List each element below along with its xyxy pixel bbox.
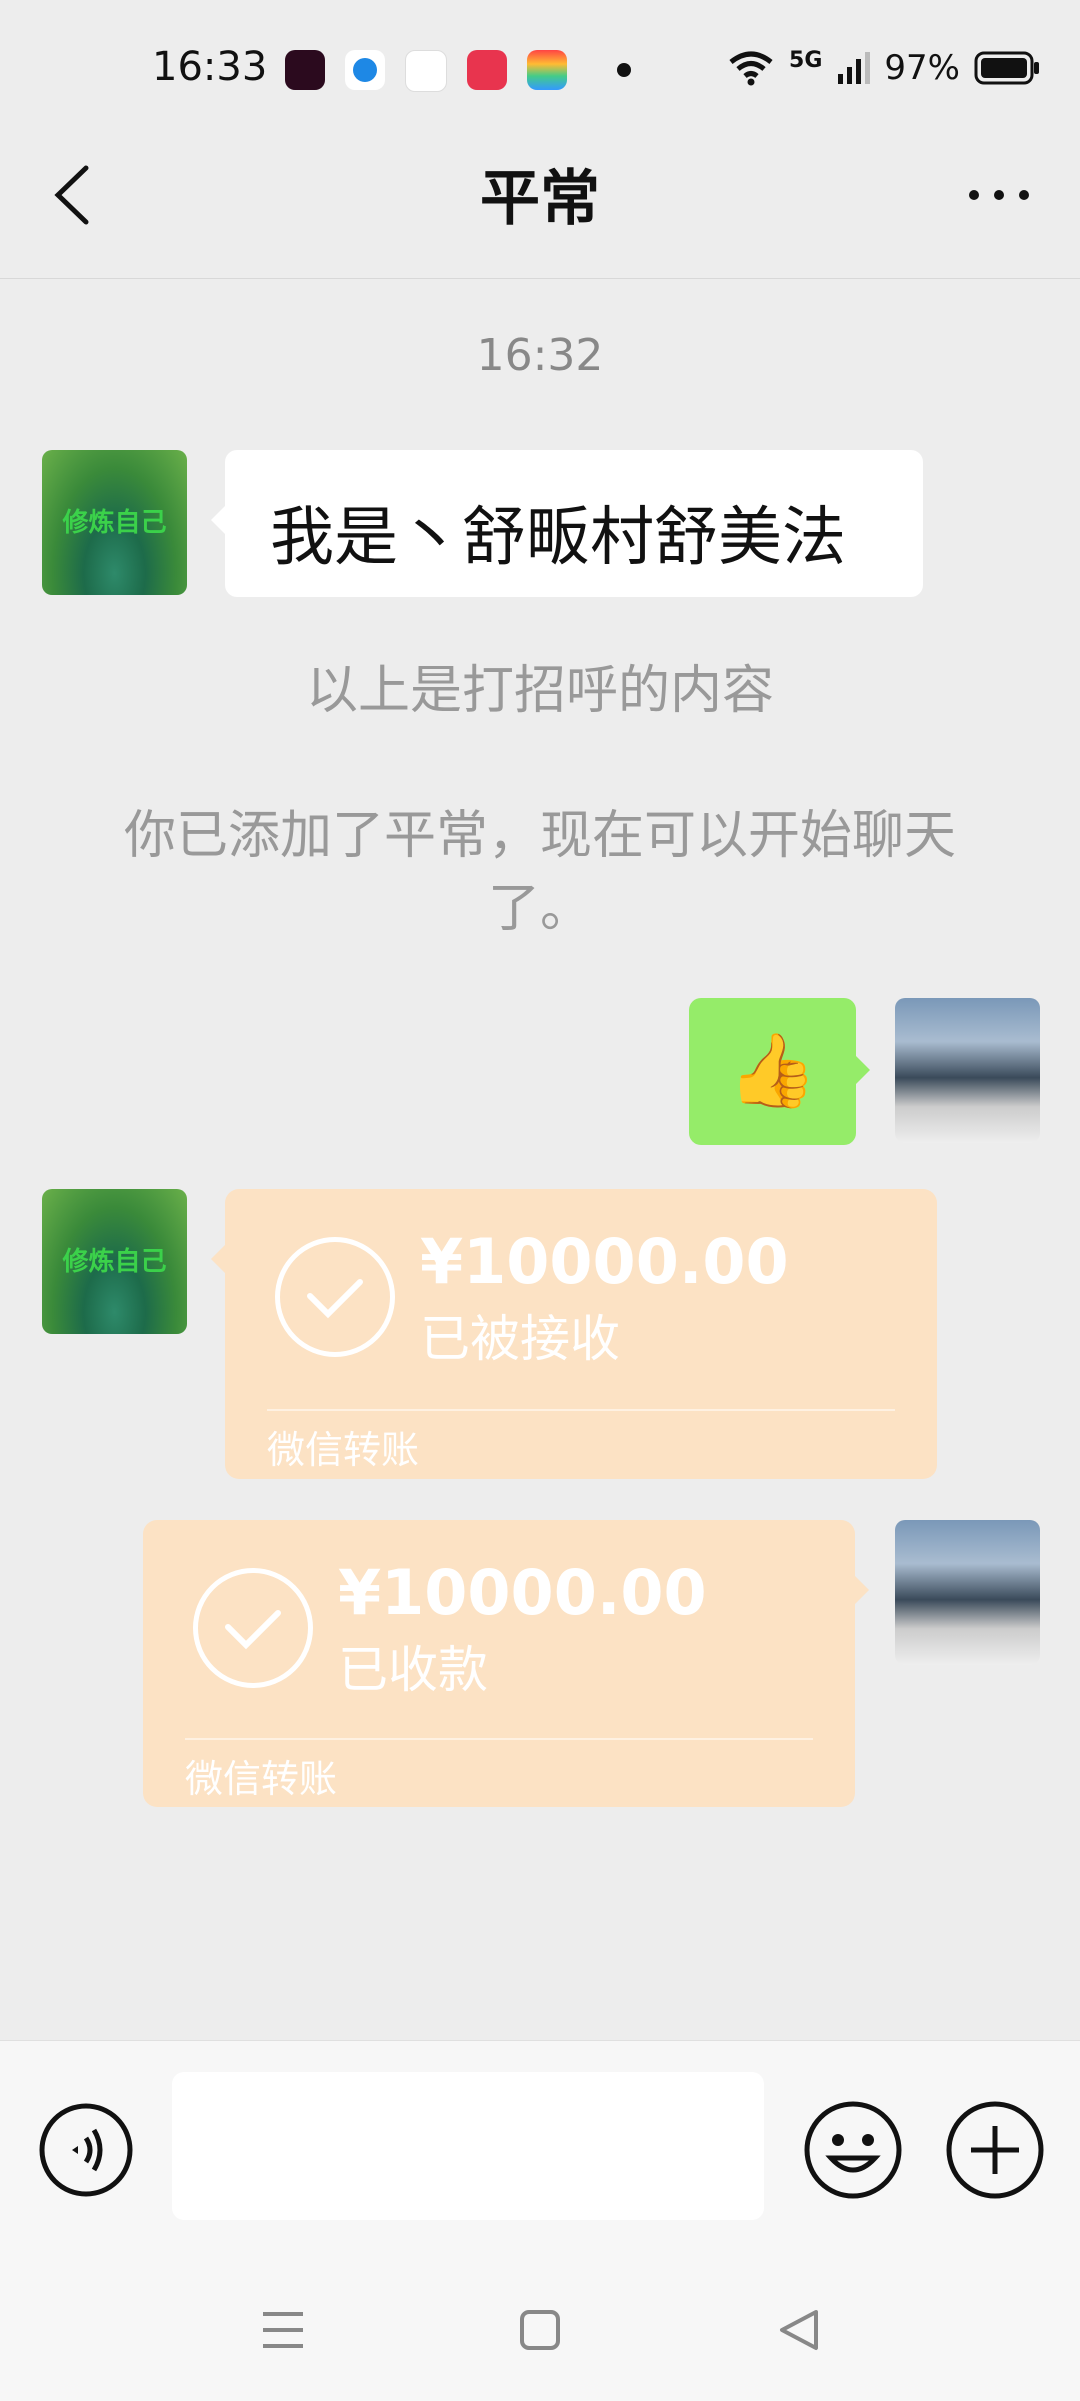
transfer-received-card[interactable]: ¥10000.00 已被接收 微信转账 — [211, 1189, 937, 1479]
xiangxin-app-icon — [405, 50, 447, 92]
wallet-app-icon — [527, 50, 567, 90]
transfer-status: 已被接收 — [420, 1310, 620, 1368]
greeting-text: 我是丶舒畈村舒美法 — [270, 501, 846, 575]
plus-circle-icon — [946, 2101, 1044, 2199]
message-timestamp: 16:32 — [476, 330, 604, 381]
transfer-amount: ¥10000.00 — [420, 1225, 789, 1298]
status-app-icons — [285, 50, 631, 92]
bubble-tail — [211, 1245, 225, 1273]
voice-button[interactable] — [38, 2102, 134, 2198]
plus-button[interactable] — [945, 2100, 1045, 2200]
nav-menu-button[interactable] — [253, 2300, 313, 2360]
sent-emoji-bubble[interactable]: 👍 — [689, 998, 870, 1145]
status-time: 16:33 — [152, 44, 268, 90]
divider — [267, 1409, 895, 1411]
avatar-caption: 修炼自己 — [62, 508, 167, 538]
transfer-amount: ¥10000.00 — [338, 1556, 707, 1629]
transfer-footer: 微信转账 — [267, 1428, 420, 1472]
greeting-bubble[interactable]: 我是丶舒畈村舒美法 — [211, 450, 923, 597]
check-circle-icon — [193, 1568, 313, 1688]
transfer-footer: 微信转账 — [185, 1757, 338, 1801]
triangle-back-icon — [780, 2310, 818, 2350]
chat-title: 平常 — [480, 164, 600, 234]
divider — [185, 1738, 813, 1740]
status-right: 5G 97% — [727, 48, 1040, 88]
nav-home-button[interactable] — [510, 2300, 570, 2360]
bubble-tail — [211, 506, 225, 534]
my-avatar[interactable] — [895, 998, 1040, 1143]
more-button[interactable] — [964, 180, 1034, 210]
more-dots-icon — [969, 190, 1029, 200]
check-circle-icon — [275, 1237, 395, 1357]
douyin-icon — [285, 50, 325, 90]
red-play-app-icon — [467, 50, 507, 90]
system-notice-added: 你已添加了平常，现在可以开始聊天了。 — [123, 806, 956, 939]
network-type: 5G — [789, 48, 823, 73]
menu-lines-icon — [263, 2312, 303, 2348]
contact-avatar[interactable]: 修炼自己 — [42, 1189, 187, 1334]
transfer-status: 已收款 — [338, 1641, 488, 1699]
contact-avatar[interactable]: 修炼自己 — [42, 450, 187, 595]
square-home-icon — [520, 2310, 560, 2350]
blue-circle-app-icon — [345, 50, 385, 90]
bubble-tail — [855, 1576, 869, 1604]
message-input[interactable] — [172, 2072, 764, 2220]
transfer-sent-card[interactable]: ¥10000.00 已收款 微信转账 — [143, 1520, 869, 1807]
system-notice-greeting: 以上是打招呼的内容 — [305, 661, 774, 721]
avatar-caption: 修炼自己 — [62, 1247, 167, 1277]
nav-back-button[interactable] — [770, 2300, 830, 2360]
voice-icon — [39, 2103, 133, 2197]
bubble-tail — [856, 1056, 870, 1084]
signal-icon — [838, 52, 871, 84]
battery-percent: 97% — [884, 48, 960, 88]
notification-dot-icon — [617, 63, 631, 77]
my-avatar[interactable] — [895, 1520, 1040, 1665]
battery-icon — [974, 51, 1039, 85]
thumbs-up-emoji: 👍 — [727, 1028, 818, 1112]
emoji-button[interactable] — [803, 2100, 903, 2200]
smile-icon — [804, 2101, 902, 2199]
wifi-icon — [729, 51, 773, 86]
